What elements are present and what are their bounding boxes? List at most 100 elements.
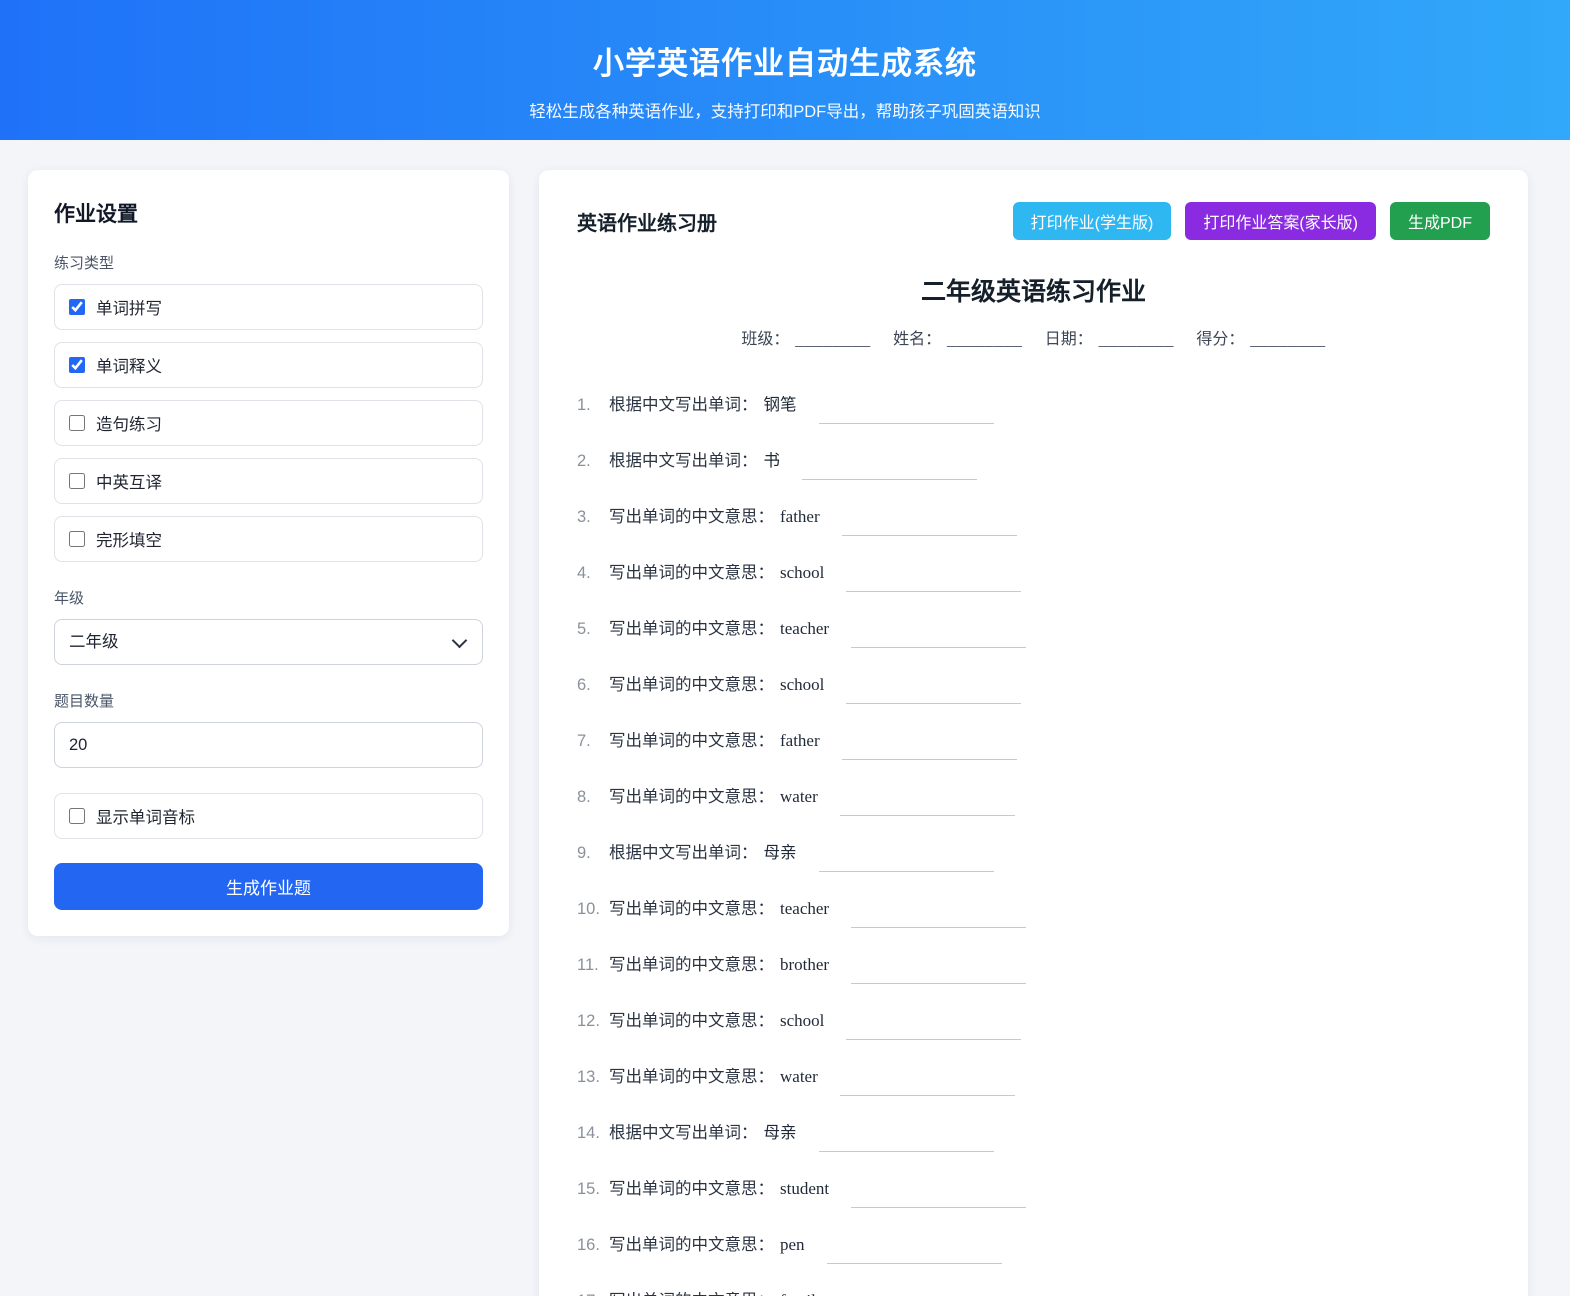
answer-blank [842, 738, 1017, 760]
exercise-type-checkbox[interactable] [69, 531, 85, 547]
answer-blank [819, 850, 994, 872]
exercise-type-option[interactable]: 中英互译 [54, 458, 483, 504]
generate-homework-button[interactable]: 生成作业题 [54, 863, 483, 910]
question-prompt: 写出单词的中文意思： [609, 732, 774, 750]
question-word: water [780, 787, 818, 806]
question-number: 4. [577, 564, 609, 583]
question-word: school [780, 1011, 824, 1030]
question-prompt: 写出单词的中文意思： [609, 508, 774, 526]
answer-blank [846, 1018, 1021, 1040]
question-word: 母亲 [764, 1124, 797, 1142]
worksheet-panel: 英语作业练习册 打印作业(学生版) 打印作业答案(家长版) 生成PDF 二年级英… [539, 170, 1528, 1296]
answer-blank [819, 1130, 994, 1152]
question-word: family [780, 1291, 824, 1296]
question-row: 11.写出单词的中文意思：brother [577, 951, 1490, 979]
question-number: 7. [577, 732, 609, 751]
question-row: 4.写出单词的中文意思：school [577, 559, 1490, 587]
name-label: 姓名： [893, 331, 941, 348]
question-prompt: 写出单词的中文意思： [609, 1292, 774, 1296]
question-number: 17. [577, 1292, 609, 1296]
question-row: 12.写出单词的中文意思： school [577, 1007, 1490, 1035]
answer-blank [819, 402, 994, 424]
question-prompt: 根据中文写出单词： [609, 396, 758, 414]
question-number: 10. [577, 900, 609, 919]
question-word: student [780, 1179, 829, 1198]
exercise-type-option-label: 中英互译 [96, 469, 162, 493]
exercise-type-checkbox[interactable] [69, 415, 85, 431]
exercise-type-option-label: 造句练习 [96, 411, 162, 435]
question-word: father [780, 507, 820, 526]
exercise-type-option-label: 单词拼写 [96, 295, 162, 319]
question-row: 16.写出单词的中文意思：pen [577, 1231, 1490, 1259]
worksheet-panel-head: 英语作业练习册 打印作业(学生版) 打印作业答案(家长版) 生成PDF [577, 202, 1490, 240]
question-word: teacher [780, 619, 829, 638]
exercise-type-option[interactable]: 造句练习 [54, 400, 483, 446]
question-row: 1.根据中文写出单词：钢笔 [577, 391, 1490, 419]
exercise-type-checkbox[interactable] [69, 357, 85, 373]
question-prompt: 写出单词的中文意思： [609, 620, 774, 638]
question-prompt: 写出单词的中文意思： [609, 676, 774, 694]
page: 小学英语作业自动生成系统 轻松生成各种英语作业，支持打印和PDF导出，帮助孩子巩… [0, 0, 1570, 1296]
phonetic-checkbox[interactable] [69, 808, 85, 824]
exercise-type-checkbox[interactable] [69, 299, 85, 315]
exercise-type-option[interactable]: 单词释义 [54, 342, 483, 388]
app-title: 小学英语作业自动生成系统 [0, 38, 1570, 83]
question-number: 1. [577, 396, 609, 415]
question-word: father [780, 731, 820, 750]
answer-blank [846, 570, 1021, 592]
question-prompt: 写出单词的中文意思： [609, 900, 774, 918]
question-prompt: 根据中文写出单词： [609, 452, 758, 470]
question-word: 母亲 [764, 844, 797, 862]
print-parent-answers-button[interactable]: 打印作业答案(家长版) [1185, 202, 1376, 240]
app-subtitle: 轻松生成各种英语作业，支持打印和PDF导出，帮助孩子巩固英语知识 [0, 98, 1570, 122]
question-number: 9. [577, 844, 609, 863]
exercise-type-checkbox[interactable] [69, 473, 85, 489]
question-prompt: 写出单词的中文意思： [609, 1068, 774, 1086]
worksheet-panel-title: 英语作业练习册 [577, 207, 717, 236]
grade-label: 年级 [54, 587, 483, 608]
question-number: 2. [577, 452, 609, 471]
question-number: 12. [577, 1012, 609, 1031]
question-prompt: 根据中文写出单词： [609, 1124, 758, 1142]
worksheet-actions: 打印作业(学生版) 打印作业答案(家长版) 生成PDF [1013, 202, 1490, 240]
settings-panel: 作业设置 练习类型 单词拼写 单词释义 造句练习 中英互译 完形填空 年级 二年… [28, 170, 509, 936]
question-word: pen [780, 1235, 805, 1254]
print-student-button[interactable]: 打印作业(学生版) [1013, 202, 1172, 240]
grade-select[interactable]: 二年级 [54, 619, 483, 665]
question-prompt: 写出单词的中文意思： [609, 1236, 774, 1254]
question-row: 3.写出单词的中文意思： father [577, 503, 1490, 531]
worksheet-info-line: 班级：________ 姓名：________ 日期：________ 得分：_… [577, 325, 1490, 349]
answer-blank [851, 626, 1026, 648]
question-row: 9.根据中文写出单词：母亲 [577, 839, 1490, 867]
question-list: 1.根据中文写出单词：钢笔 2.根据中文写出单词：书 3.写出单词的中文意思：f… [577, 391, 1490, 1296]
question-row: 15.写出单词的中文意思：student [577, 1175, 1490, 1203]
class-blank: ________ [795, 331, 870, 348]
app-header: 小学英语作业自动生成系统 轻松生成各种英语作业，支持打印和PDF导出，帮助孩子巩… [0, 0, 1570, 140]
question-row: 13.写出单词的中文意思：water [577, 1063, 1490, 1091]
question-prompt: 写出单词的中文意思： [609, 788, 774, 806]
exercise-type-label: 练习类型 [54, 252, 483, 273]
answer-blank [851, 1186, 1026, 1208]
answer-blank [802, 458, 977, 480]
question-row: 7.写出单词的中文意思： father [577, 727, 1490, 755]
phonetic-option-row[interactable]: 显示单词音标 [54, 793, 483, 839]
grade-select-wrap: 二年级 [54, 619, 483, 665]
question-row: 6.写出单词的中文意思：school [577, 671, 1490, 699]
question-count-label: 题目数量 [54, 690, 483, 711]
question-number: 15. [577, 1180, 609, 1199]
score-blank: ________ [1250, 331, 1325, 348]
worksheet-title: 二年级英语练习作业 [577, 272, 1490, 308]
question-count-input[interactable] [54, 722, 483, 768]
exercise-type-option[interactable]: 单词拼写 [54, 284, 483, 330]
generate-pdf-button[interactable]: 生成PDF [1390, 202, 1490, 240]
exercise-type-option[interactable]: 完形填空 [54, 516, 483, 562]
answer-blank [846, 682, 1021, 704]
question-row: 8.写出单词的中文意思：water [577, 783, 1490, 811]
question-row: 14.根据中文写出单词：母亲 [577, 1119, 1490, 1147]
question-word: school [780, 675, 824, 694]
question-prompt: 写出单词的中文意思： [609, 1012, 774, 1030]
question-number: 3. [577, 508, 609, 527]
answer-blank [840, 794, 1015, 816]
name-blank: ________ [947, 331, 1022, 348]
question-word: teacher [780, 899, 829, 918]
